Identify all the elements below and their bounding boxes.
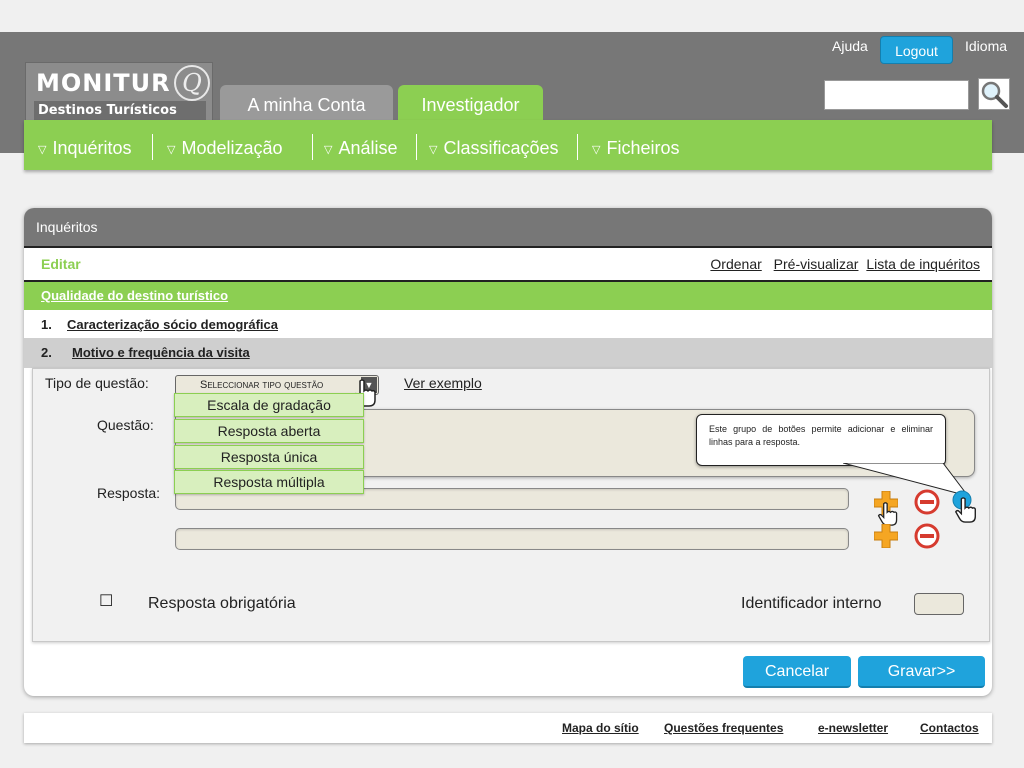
- menu-divider: [152, 134, 153, 160]
- internal-id-input[interactable]: [914, 593, 964, 615]
- section-number: 1.: [41, 317, 52, 332]
- option-rating-scale[interactable]: Escala de gradação: [174, 393, 364, 417]
- panel-title: Inquéritos: [24, 208, 992, 246]
- search-input[interactable]: [824, 80, 969, 110]
- tab-investigator[interactable]: Investigador: [398, 85, 543, 121]
- help-tooltip: Este grupo de botões permite adicionar e…: [696, 414, 946, 466]
- plus-icon[interactable]: [874, 524, 898, 548]
- survey-title-row: Qualidade do destino turístico: [24, 282, 992, 310]
- footer: Mapa do sítio Questões frequentes e-news…: [24, 713, 992, 743]
- save-button[interactable]: Gravar>>: [858, 656, 985, 688]
- search-button[interactable]: [978, 78, 1010, 110]
- menu-item-analise[interactable]: ▽ Análise: [324, 138, 398, 159]
- tab-my-account[interactable]: A minha Conta: [220, 85, 393, 121]
- brand-subtitle: Destinos Turísticos: [38, 103, 177, 118]
- divider: [24, 246, 992, 248]
- logout-button[interactable]: Logout: [880, 36, 953, 64]
- triangle-down-icon: ▽: [324, 143, 333, 156]
- triangle-down-icon: ▽: [38, 143, 47, 156]
- menu-item-classificacoes[interactable]: ▽ Classificações: [429, 138, 559, 159]
- language-link[interactable]: Idioma: [965, 38, 1007, 54]
- survey-panel: Inquéritos Editar Ordenar Pré-visualizar…: [24, 208, 992, 696]
- triangle-down-icon: ▽: [592, 143, 601, 156]
- panel-actions: Ordenar Pré-visualizar Lista de inquérit…: [702, 256, 980, 272]
- section-row: 1. Caracterização sócio demográfica: [24, 310, 992, 338]
- footer-link-contacts[interactable]: Contactos: [920, 721, 979, 735]
- mode-label: Editar: [41, 256, 81, 272]
- minus-icon[interactable]: [913, 522, 941, 550]
- order-link[interactable]: Ordenar: [710, 256, 761, 272]
- option-open-answer[interactable]: Resposta aberta: [174, 419, 364, 443]
- survey-list-link[interactable]: Lista de inquéritos: [866, 256, 980, 272]
- answer-field-2[interactable]: [175, 528, 849, 550]
- brand-title: MONITUR: [36, 69, 171, 97]
- footer-link-sitemap[interactable]: Mapa do sítio: [562, 721, 639, 735]
- survey-title-link[interactable]: Qualidade do destino turístico: [41, 288, 228, 303]
- question-type-select[interactable]: Seleccionar tipo questão ▼: [175, 375, 379, 395]
- footer-link-faq[interactable]: Questões frequentes: [664, 721, 783, 735]
- brand-q-mark: Q: [174, 65, 210, 101]
- question-label: Questão:: [97, 417, 154, 433]
- option-multiple-answer[interactable]: Resposta múltipla: [174, 470, 364, 494]
- menu-divider: [416, 134, 417, 160]
- required-answer-label: Resposta obrigatória: [148, 595, 296, 612]
- question-form: Tipo de questão: Seleccionar tipo questã…: [32, 368, 990, 642]
- section-row-active: 2. Motivo e frequência da visita: [24, 338, 992, 368]
- menu-item-inqueritos[interactable]: ▽ Inquéritos: [38, 138, 132, 159]
- option-single-answer[interactable]: Resposta única: [174, 445, 364, 469]
- menu-item-ficheiros[interactable]: ▽ Ficheiros: [592, 138, 680, 159]
- triangle-down-icon: ▽: [167, 143, 176, 156]
- cancel-button[interactable]: Cancelar: [743, 656, 851, 688]
- search-icon: [981, 81, 1008, 108]
- footer-link-newsletter[interactable]: e-newsletter: [818, 721, 888, 735]
- triangle-down-icon: ▽: [429, 143, 438, 156]
- preview-link[interactable]: Pré-visualizar: [774, 256, 859, 272]
- menu-divider: [312, 134, 313, 160]
- question-type-label: Tipo de questão:: [45, 375, 149, 391]
- required-checkbox[interactable]: ☐: [99, 591, 113, 611]
- section-link-1[interactable]: Caracterização sócio demográfica: [67, 317, 278, 332]
- internal-id-label: Identificador interno: [741, 595, 882, 612]
- menu-item-modelizacao[interactable]: ▽ Modelização: [167, 138, 283, 159]
- section-number: 2.: [41, 345, 52, 360]
- view-example-link[interactable]: Ver exemplo: [404, 375, 482, 391]
- help-link[interactable]: Ajuda: [832, 38, 868, 54]
- hand-cursor-icon: [954, 497, 976, 523]
- answer-label: Resposta:: [97, 485, 161, 501]
- minus-icon[interactable]: [913, 488, 941, 516]
- menu-divider: [577, 134, 578, 160]
- brand-logo[interactable]: MONITUR Q Destinos Turísticos: [25, 62, 213, 126]
- section-link-2[interactable]: Motivo e frequência da visita: [72, 345, 250, 360]
- main-menu-bar: ▽ Inquéritos ▽ Modelização ▽ Análise ▽ Class…: [24, 120, 992, 170]
